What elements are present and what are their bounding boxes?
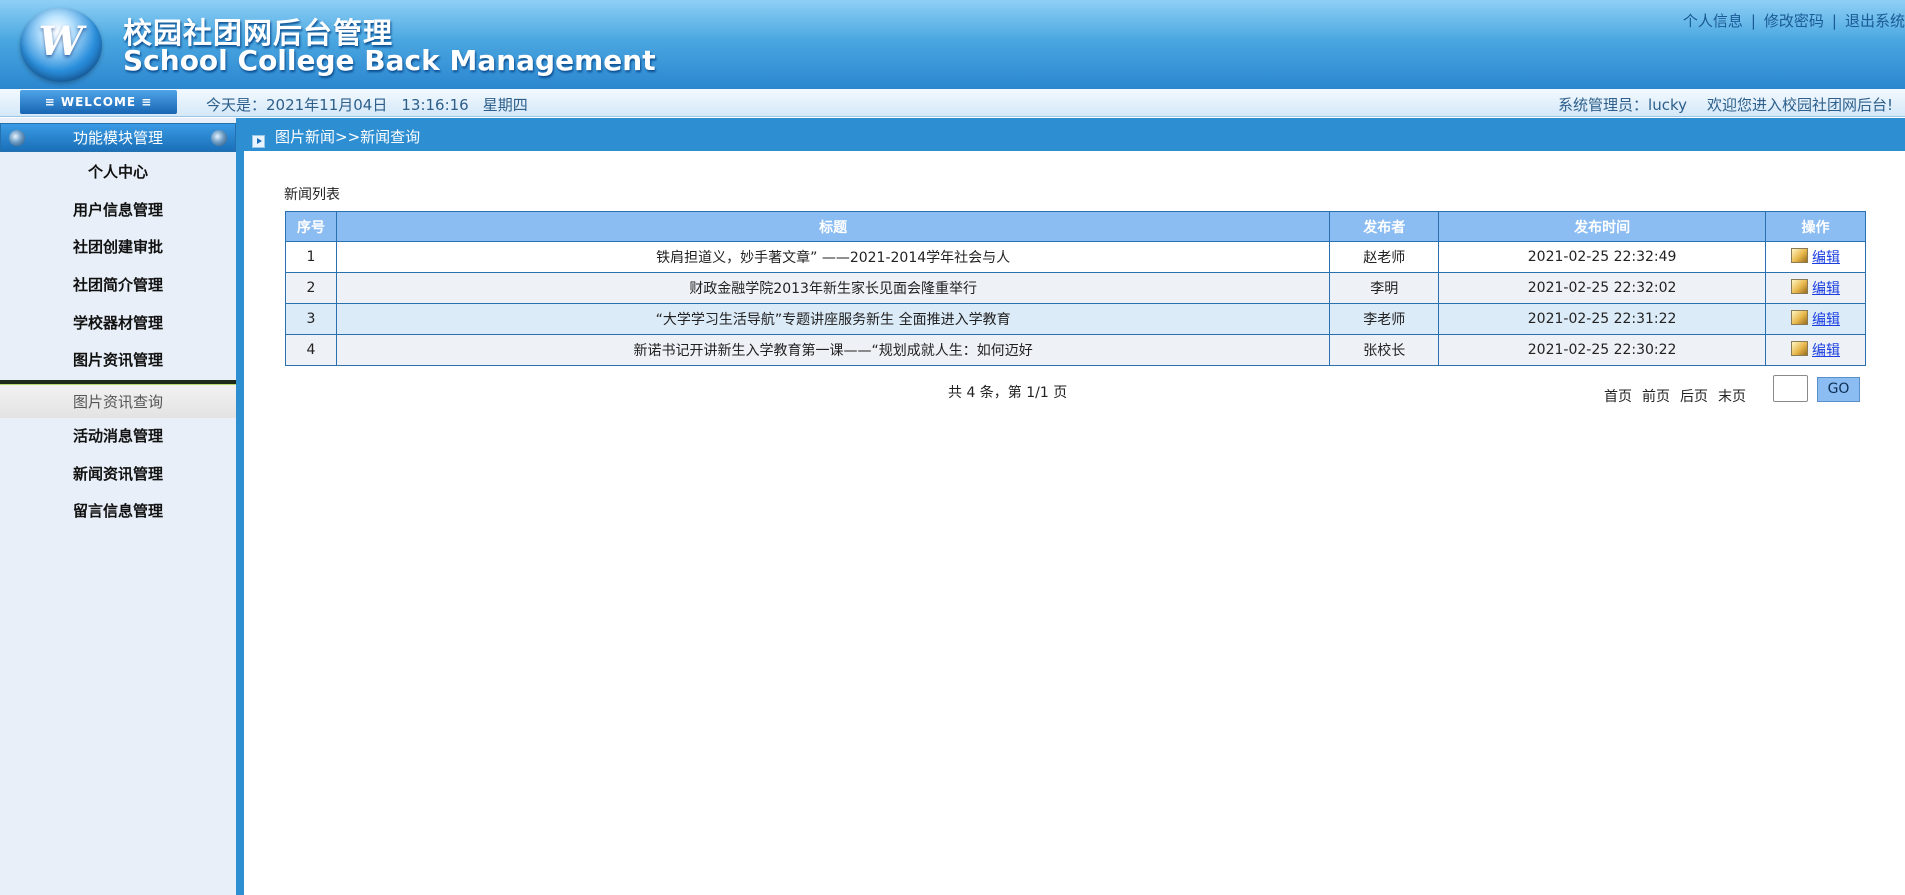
breadcrumb-bar: 图片新闻>>新闻查询 [244,118,1905,151]
site-title-en: School College Back Management [123,44,656,77]
sidebar-subitem-picture-news-query[interactable]: 图片资讯查询 [0,380,236,418]
table-row: 4 新诺书记开讲新生入学教育第一课——“规划成就人生：如何迈好 张校长 2021… [285,334,1866,366]
sidebar-item-club-intro[interactable]: 社团简介管理 [0,267,236,305]
go-button[interactable]: GO [1817,377,1860,402]
current-time: 13:16:16 [401,96,469,114]
cell-publisher: 李老师 [1329,303,1440,335]
cell-action: 编辑 [1765,303,1866,335]
change-password-link[interactable]: 修改密码 [1764,12,1824,30]
cell-time: 2021-02-25 22:31:22 [1438,303,1767,335]
arrow-right-icon [252,135,265,148]
cell-publisher: 李明 [1329,272,1440,304]
edit-link[interactable]: 编辑 [1812,343,1840,359]
edit-link[interactable]: 编辑 [1812,250,1840,266]
table-row: 3 “大学学习生活导航”专题讲座服务新生 全面推进入学教育 李老师 2021-0… [285,303,1866,335]
list-title: 新闻列表 [284,187,340,203]
cell-title: “大学学习生活导航”专题讲座服务新生 全面推进入学教育 [335,303,1331,335]
cell-action: 编辑 [1765,272,1866,304]
edit-icon[interactable] [1791,341,1809,356]
sidebar-item-news[interactable]: 新闻资讯管理 [0,456,236,494]
column-header-title: 标题 [335,211,1331,242]
knob-icon [211,130,227,146]
cell-time: 2021-02-25 22:32:49 [1438,241,1767,273]
sidebar-heading-label: 功能模块管理 [72,129,163,147]
sidebar-item-equipment[interactable]: 学校器材管理 [0,305,236,343]
pager-links: 首页 前页 后页 末页 [1604,386,1756,406]
sidebar-item-activity[interactable]: 活动消息管理 [0,418,236,456]
cell-no: 3 [285,303,337,335]
cell-time: 2021-02-25 22:30:22 [1438,334,1767,366]
cell-action: 编辑 [1765,241,1866,273]
admin-info: 系统管理员：lucky 欢迎您进入校园社团网后台! [1538,94,1893,115]
news-table: 序号 标题 发布者 发布时间 操作 1 铁肩担道义，妙手著文章” ——2021-… [285,211,1866,366]
edit-link[interactable]: 编辑 [1812,312,1840,328]
sidebar-divider [236,118,244,895]
pager-summary: 共 4 条，第 1/1 页 [948,385,1068,401]
current-weekday: 星期四 [482,96,528,114]
top-links: 个人信息 | 修改密码 | 退出系统 [1683,10,1905,31]
info-bar: ≡ WELCOME ≡ 今天是：2021年11月04日 13:16:16 星期四 系… [0,89,1905,117]
edit-icon[interactable] [1791,310,1809,325]
cell-action: 编辑 [1765,334,1866,366]
cell-no: 1 [285,241,337,273]
header-banner: W 校园社团网后台管理 School College Back Manageme… [0,0,1905,89]
sidebar-heading: 功能模块管理 [0,123,236,152]
admin-name: 系统管理员：lucky [1558,96,1687,114]
knob-icon [9,130,25,146]
profile-link[interactable]: 个人信息 [1683,12,1743,30]
next-page-link[interactable]: 后页 [1680,389,1708,405]
sidebar-item-picture-news[interactable]: 图片资讯管理 [0,342,236,380]
column-header-no: 序号 [285,211,337,242]
logout-link[interactable]: 退出系统 [1845,12,1905,30]
table-row: 1 铁肩担道义，妙手著文章” ——2021-2014学年社会与人 赵老师 202… [285,241,1866,273]
link-separator: | [1750,12,1756,30]
column-header-time: 发布时间 [1438,211,1767,242]
link-separator: | [1831,12,1837,30]
prev-page-link[interactable]: 前页 [1642,389,1670,405]
sidebar-item-personal-center[interactable]: 个人中心 [0,154,236,192]
table-header-row: 序号 标题 发布者 发布时间 操作 [285,211,1866,242]
first-page-link[interactable]: 首页 [1604,389,1632,405]
cell-title: 铁肩担道义，妙手著文章” ——2021-2014学年社会与人 [335,241,1331,273]
sidebar: 功能模块管理 个人中心 用户信息管理 社团创建审批 社团简介管理 学校器材管理 … [0,118,236,895]
welcome-badge: ≡ WELCOME ≡ [20,90,177,114]
column-header-publisher: 发布者 [1329,211,1440,242]
table-row: 2 财政金融学院2013年新生家长见面会隆重举行 李明 2021-02-25 2… [285,272,1866,304]
last-page-link[interactable]: 末页 [1718,389,1746,405]
cell-publisher: 张校长 [1329,334,1440,366]
current-date: 今天是：2021年11月04日 [206,96,388,114]
cell-publisher: 赵老师 [1329,241,1440,273]
page-number-input[interactable] [1773,375,1808,402]
column-header-action: 操作 [1765,211,1866,242]
sidebar-item-messages[interactable]: 留言信息管理 [0,493,236,531]
sidebar-item-club-approval[interactable]: 社团创建审批 [0,229,236,267]
sidebar-item-user-management[interactable]: 用户信息管理 [0,192,236,230]
cell-time: 2021-02-25 22:32:02 [1438,272,1767,304]
cell-title: 新诺书记开讲新生入学教育第一课——“规划成就人生：如何迈好 [335,334,1331,366]
edit-link[interactable]: 编辑 [1812,281,1840,297]
edit-icon[interactable] [1791,279,1809,294]
cell-title: 财政金融学院2013年新生家长见面会隆重举行 [335,272,1331,304]
edit-icon[interactable] [1791,248,1809,263]
breadcrumb: 图片新闻>>新闻查询 [275,128,421,146]
welcome-message: 欢迎您进入校园社团网后台! [1706,96,1893,114]
logo: W [20,8,102,82]
cell-no: 4 [285,334,337,366]
logo-letter: W [38,18,84,65]
sidebar-menu: 个人中心 用户信息管理 社团创建审批 社团简介管理 学校器材管理 图片资讯管理 … [0,154,236,531]
date-time: 今天是：2021年11月04日 13:16:16 星期四 [206,94,542,115]
cell-no: 2 [285,272,337,304]
